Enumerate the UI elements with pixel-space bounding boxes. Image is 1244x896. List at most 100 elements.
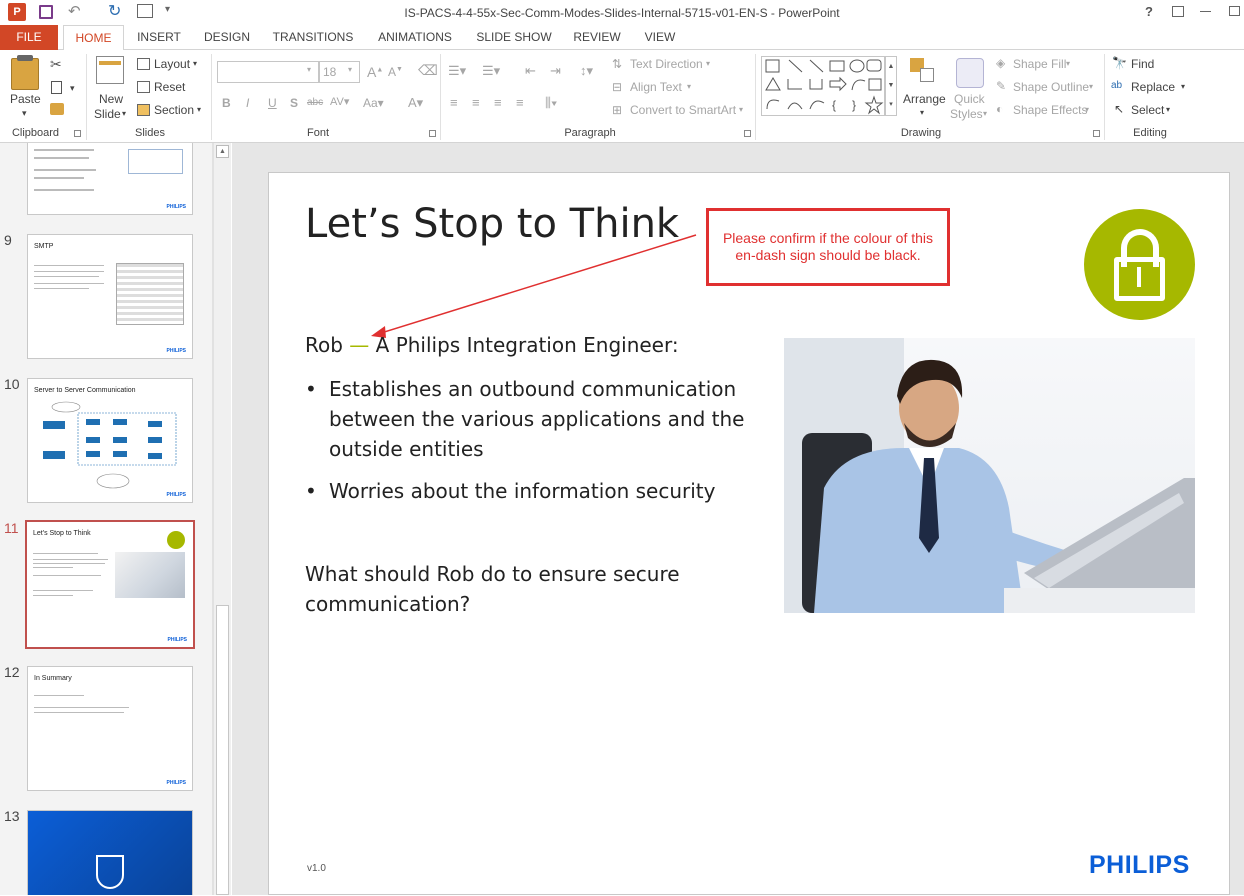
tab-transitions[interactable]: TRANSITIONS — [267, 25, 359, 50]
layout-button[interactable]: Layout — [154, 57, 190, 71]
new-slide-label-2[interactable]: Slide — [94, 107, 121, 121]
convert-smartart-icon[interactable]: ⊞ — [612, 103, 622, 117]
engineer-photo[interactable] — [784, 338, 1195, 613]
shape-effects-button[interactable]: Shape Effects — [1013, 103, 1088, 117]
strikethrough-icon[interactable]: abc — [307, 97, 323, 108]
cut-icon[interactable]: ✂ — [50, 56, 62, 73]
paste-button[interactable]: Paste — [10, 92, 41, 106]
copy-icon[interactable] — [51, 81, 62, 94]
select-button[interactable]: Select — [1131, 103, 1164, 117]
underline-icon[interactable]: U — [268, 96, 277, 110]
arrange-icon[interactable] — [910, 58, 936, 88]
shape-effects-dropdown-icon[interactable]: ▾ — [1085, 105, 1089, 114]
tab-animations[interactable]: ANIMATIONS — [371, 25, 459, 50]
section-icon[interactable] — [137, 104, 150, 116]
tab-design[interactable]: DESIGN — [199, 25, 255, 50]
ribbon-display-icon[interactable] — [1172, 6, 1184, 17]
shape-effects-icon[interactable]: ◐ — [996, 102, 1003, 116]
replace-button[interactable]: Replace — [1131, 80, 1175, 94]
tab-insert[interactable]: INSERT — [131, 25, 187, 50]
font-name-dropdown-icon[interactable]: ▾ — [307, 65, 311, 74]
new-slide-label-1[interactable]: New — [99, 92, 123, 106]
character-spacing-icon[interactable]: AV▾ — [330, 95, 349, 108]
quick-styles-label-1[interactable]: Quick — [954, 92, 985, 106]
layout-dropdown-icon[interactable]: ▾ — [193, 59, 197, 68]
minimize-icon[interactable] — [1200, 11, 1211, 12]
tab-file[interactable]: FILE — [0, 25, 58, 50]
line-spacing-icon[interactable]: ↕▾ — [580, 63, 593, 79]
select-icon[interactable]: ↖ — [1114, 102, 1124, 116]
align-right-icon[interactable]: ≡ — [494, 95, 502, 110]
thumbnail-slide-8[interactable]: PHILIPS — [27, 143, 193, 215]
new-slide-dropdown-icon[interactable]: ▾ — [122, 109, 126, 118]
slide-canvas[interactable]: Let’s Stop to Think Please confirm if th… — [268, 172, 1230, 895]
slide-thumbnails-panel[interactable]: PHILIPS 9 SMTP PHILIPS 10 Server to Serv… — [0, 143, 213, 895]
center-icon[interactable]: ≡ — [472, 95, 480, 110]
align-left-icon[interactable]: ≡ — [450, 95, 458, 110]
reset-button[interactable]: Reset — [154, 80, 185, 94]
align-text-dropdown-icon[interactable]: ▾ — [687, 82, 691, 91]
shape-fill-button[interactable]: Shape Fill — [1013, 57, 1066, 71]
tab-view[interactable]: VIEW — [639, 25, 681, 50]
tab-review[interactable]: REVIEW — [569, 25, 625, 50]
drawing-launcher-icon[interactable] — [1093, 130, 1100, 137]
restore-icon[interactable] — [1229, 6, 1240, 16]
justify-icon[interactable]: ≡ — [516, 95, 524, 110]
paragraph-launcher-icon[interactable] — [744, 130, 751, 137]
layout-icon[interactable] — [137, 58, 150, 70]
quick-styles-icon[interactable] — [956, 58, 984, 88]
arrange-button[interactable]: Arrange — [903, 92, 946, 106]
text-direction-button[interactable]: Text Direction — [630, 57, 703, 71]
copy-dropdown-icon[interactable]: ▾ — [70, 83, 75, 94]
replace-icon[interactable]: ab — [1111, 80, 1122, 91]
paste-icon[interactable] — [11, 58, 39, 90]
thumbnail-slide-9[interactable]: SMTP PHILIPS — [27, 234, 193, 359]
quick-styles-label-2[interactable]: Styles — [950, 107, 983, 121]
bullets-icon[interactable]: ☰▾ — [448, 63, 466, 79]
shrink-font-icon[interactable]: A▼ — [388, 65, 403, 79]
replace-dropdown-icon[interactable]: ▾ — [1181, 82, 1185, 91]
section-button[interactable]: Section — [154, 103, 194, 117]
italic-icon[interactable]: I — [246, 96, 249, 110]
text-direction-icon[interactable]: ⇅ — [612, 57, 622, 71]
shape-fill-icon[interactable]: ◈ — [996, 56, 1005, 70]
intro-line[interactable]: Rob — A Philips Integration Engineer: — [305, 333, 679, 357]
font-size-dropdown-icon[interactable]: ▾ — [348, 65, 352, 74]
align-text-button[interactable]: Align Text — [630, 80, 682, 94]
change-case-icon[interactable]: Aa▾ — [363, 96, 384, 110]
quick-styles-dropdown-icon[interactable]: ▾ — [983, 109, 987, 118]
columns-icon[interactable]: ⫼▾ — [545, 95, 557, 111]
format-painter-icon[interactable] — [50, 103, 64, 115]
convert-smartart-dropdown-icon[interactable]: ▾ — [739, 105, 743, 114]
bold-icon[interactable]: B — [222, 96, 231, 110]
font-color-icon[interactable]: A▾ — [408, 95, 423, 111]
align-text-icon[interactable]: ⊟ — [612, 80, 622, 94]
tab-home[interactable]: HOME — [63, 25, 124, 51]
grow-font-icon[interactable]: A▲ — [367, 64, 383, 80]
thumbnail-slide-11[interactable]: Let's Stop to Think PHILIPS — [25, 520, 195, 649]
shape-outline-button[interactable]: Shape Outline — [1013, 80, 1089, 94]
thumbnail-slide-13[interactable] — [27, 810, 193, 895]
numbering-icon[interactable]: ☰▾ — [482, 63, 500, 79]
gallery-scroll[interactable]: ▲ ▼ ▾ — [885, 56, 897, 116]
convert-smartart-button[interactable]: Convert to SmartArt — [630, 103, 736, 117]
tab-slide-show[interactable]: SLIDE SHOW — [473, 25, 555, 50]
shape-outline-dropdown-icon[interactable]: ▾ — [1089, 82, 1093, 91]
reset-icon[interactable] — [137, 81, 150, 93]
bullet-list[interactable]: • Establishes an outbound communication … — [305, 374, 745, 506]
clear-formatting-icon[interactable]: ⌫ — [418, 62, 438, 79]
help-icon[interactable]: ? — [1145, 4, 1153, 19]
select-dropdown-icon[interactable]: ▾ — [1166, 105, 1170, 114]
thumbnails-scrollbar[interactable]: ▲ — [213, 143, 231, 895]
scroll-up-icon[interactable]: ▲ — [216, 145, 229, 158]
text-direction-dropdown-icon[interactable]: ▾ — [706, 59, 710, 68]
find-button[interactable]: Find — [1131, 57, 1154, 71]
clipboard-launcher-icon[interactable] — [74, 130, 81, 137]
arrange-dropdown-icon[interactable]: ▾ — [920, 108, 924, 117]
shapes-gallery[interactable]: { } — [761, 56, 885, 116]
shape-fill-dropdown-icon[interactable]: ▾ — [1066, 59, 1070, 68]
section-dropdown-icon[interactable]: ▾ — [197, 105, 201, 114]
font-name-input[interactable] — [217, 61, 319, 83]
decrease-indent-icon[interactable]: ⇤ — [525, 63, 536, 79]
find-icon[interactable]: 🔭 — [1112, 56, 1127, 70]
